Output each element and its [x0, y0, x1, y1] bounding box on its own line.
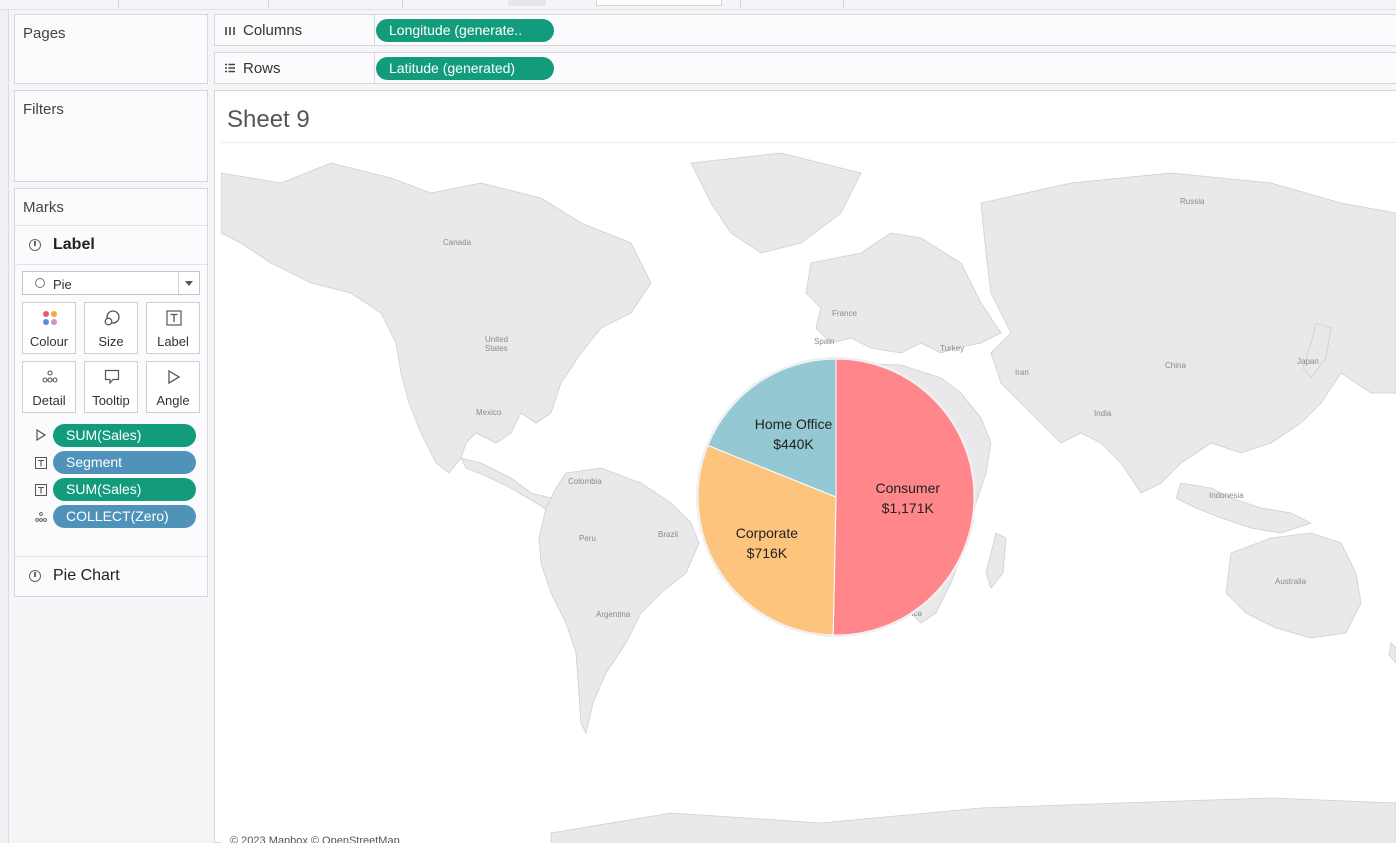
angle-icon	[36, 429, 47, 441]
text-icon	[35, 457, 47, 469]
field-pill-segment[interactable]: Segment	[53, 451, 196, 474]
pie-label-home-office: Home Office $440K	[734, 414, 854, 454]
data-pane-edge[interactable]	[0, 10, 9, 843]
pie-icon	[29, 239, 41, 251]
detail-icon	[42, 370, 58, 383]
map-view[interactable]: Canada United States Mexico Colombia Per…	[221, 142, 1396, 843]
columns-icon	[225, 27, 235, 35]
detail-button[interactable]: Detail	[22, 361, 76, 413]
label-label: Label	[157, 334, 189, 349]
detail-label: Detail	[32, 393, 66, 408]
colour-icon	[43, 311, 57, 325]
top-toolbar-strip	[0, 0, 1396, 10]
angle-button[interactable]: Angle	[146, 361, 200, 413]
rows-shelf[interactable]: Rows Latitude (generated)	[214, 52, 1396, 84]
detail-icon	[35, 512, 47, 522]
rows-icon	[225, 63, 235, 73]
columns-shelf[interactable]: Columns Longitude (generate..	[214, 14, 1396, 46]
marks-card: Marks Label Pie Colour Size Label Detail…	[14, 188, 208, 597]
field-pill-sum-sales-angle[interactable]: SUM(Sales)	[53, 424, 196, 447]
columns-pill-longitude[interactable]: Longitude (generate..	[376, 19, 554, 42]
sheet-title[interactable]: Sheet 9	[227, 106, 310, 134]
filters-title: Filters	[23, 101, 64, 118]
field-pill-sum-sales-label[interactable]: SUM(Sales)	[53, 478, 196, 501]
pie-label-value: $716K	[746, 544, 788, 561]
size-icon	[104, 310, 120, 326]
colour-button[interactable]: Colour	[22, 302, 76, 354]
pie-labels-layer: Consumer $1,171K Corporate $716K Home Office…	[221, 143, 1396, 843]
angle-icon	[168, 369, 181, 385]
marks-title: Marks	[23, 199, 64, 216]
columns-label: Columns	[243, 22, 303, 39]
tooltip-icon	[104, 369, 120, 385]
filters-shelf[interactable]: Filters	[14, 90, 208, 182]
mark-type-dropdown[interactable]: Pie	[22, 271, 200, 295]
pie-icon	[35, 278, 45, 288]
size-button[interactable]: Size	[84, 302, 138, 354]
mark-type-value: Pie	[53, 277, 72, 292]
toolbar-tab[interactable]	[508, 0, 546, 6]
field-pill-collect-zero[interactable]: COLLECT(Zero)	[53, 505, 196, 528]
toolbar-divider	[118, 0, 119, 8]
rows-label: Rows	[243, 60, 281, 77]
pie-label-consumer: Consumer $1,171K	[848, 478, 968, 518]
pages-title: Pages	[23, 25, 66, 42]
marks-card-label-text: Label	[53, 236, 95, 253]
pie-label-category: Corporate	[735, 524, 799, 541]
text-icon	[166, 310, 182, 326]
rows-shelf-label: Rows	[215, 53, 375, 83]
pie-label-value: $1,171K	[881, 499, 934, 516]
toolbar-divider	[843, 0, 844, 8]
marks-card-label-tab[interactable]: Label	[15, 225, 207, 265]
columns-shelf-label: Columns	[215, 15, 375, 45]
toolbar-divider	[268, 0, 269, 8]
pie-icon	[29, 570, 41, 582]
toolbar-divider	[402, 0, 403, 8]
map-attribution[interactable]: © 2023 Mapbox © OpenStreetMap	[227, 835, 403, 843]
toolbar-divider	[740, 0, 741, 8]
angle-label: Angle	[156, 393, 190, 408]
toolbar-tab[interactable]	[596, 0, 722, 6]
colour-label: Colour	[29, 334, 69, 349]
marks-card-pie-chart-text: Pie Chart	[53, 567, 120, 584]
dropdown-divider	[178, 272, 179, 294]
rows-pill-latitude[interactable]: Latitude (generated)	[376, 57, 554, 80]
size-label: Size	[98, 334, 124, 349]
pie-label-category: Home Office	[754, 416, 833, 433]
marks-card-pie-chart-tab[interactable]: Pie Chart	[15, 556, 207, 596]
pages-shelf[interactable]: Pages	[14, 14, 208, 84]
pie-label-corporate: Corporate $716K	[707, 523, 827, 563]
tooltip-button[interactable]: Tooltip	[84, 361, 138, 413]
label-button[interactable]: Label	[146, 302, 200, 354]
chevron-down-icon[interactable]	[185, 281, 193, 286]
text-icon	[35, 484, 47, 496]
pie-label-category: Consumer	[875, 479, 941, 496]
tooltip-label: Tooltip	[92, 393, 130, 408]
pie-label-value: $440K	[773, 436, 814, 453]
